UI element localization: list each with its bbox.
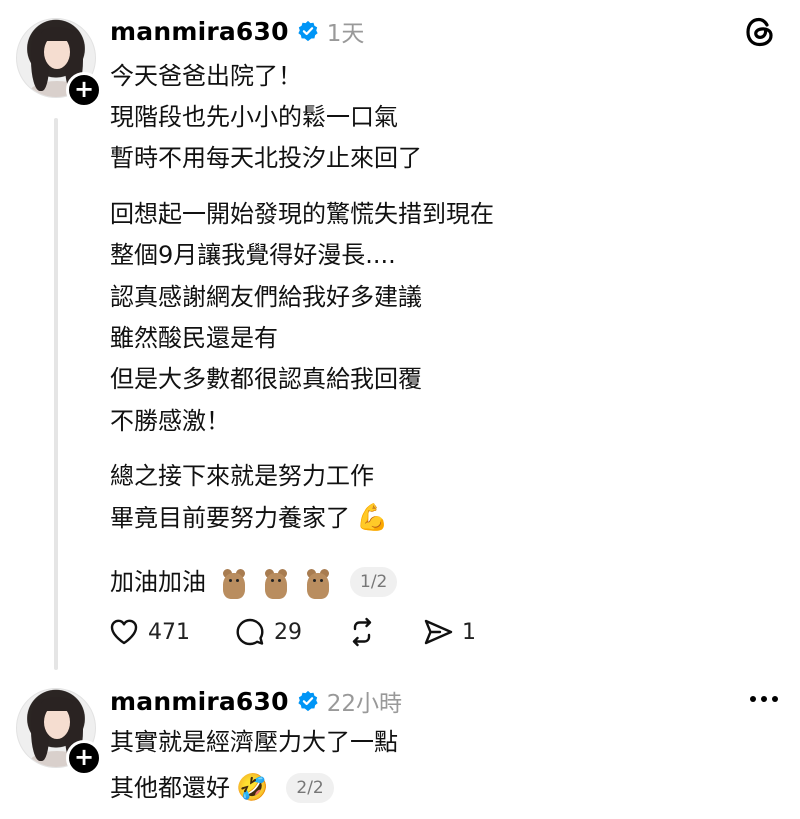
post-text: 畢竟目前要努力養家了: [110, 504, 350, 532]
post-text-line: 但是大多數都很認真給我回覆: [110, 365, 422, 393]
comment-button[interactable]: 29: [234, 616, 302, 648]
post-time: 22小時: [326, 691, 403, 717]
repost-icon: [352, 617, 372, 647]
post-actions: 471 29 1: [108, 614, 520, 650]
follow-button[interactable]: +: [66, 740, 102, 776]
post-text-line: 不勝感激！: [110, 407, 230, 435]
rolling-laughing-emoji: 🤣: [236, 773, 269, 803]
post-text-line: 總之接下來就是努力工作: [110, 462, 374, 490]
post-header: manmira630 1天: [110, 14, 364, 48]
post-text: 加油加油: [110, 568, 206, 596]
post-text-line: 雖然酸民還是有: [110, 324, 278, 352]
post-text: 其他都還好: [110, 774, 230, 802]
post-time: 1天: [326, 21, 365, 47]
share-button[interactable]: 1: [422, 616, 476, 648]
post-text-line: 回想起一開始發現的驚慌失措到現在: [110, 200, 494, 228]
like-button[interactable]: 471: [108, 616, 190, 648]
comment-icon: [236, 618, 264, 646]
quokka-emoji: [220, 565, 248, 599]
post-text-line: 暫時不用每天北投汐止來回了: [110, 144, 422, 172]
post-text-line: 今天爸爸出院了！: [110, 62, 302, 90]
quokka-emoji: [262, 565, 290, 599]
repost-button[interactable]: [346, 616, 378, 648]
thread-page-indicator: 1/2: [350, 567, 398, 597]
post-text-line: 整個9月讓我覺得好漫長....: [110, 241, 396, 269]
more-options-icon[interactable]: [750, 696, 778, 702]
like-count: 471: [148, 619, 190, 645]
flexed-biceps-emoji: 💪: [356, 503, 389, 533]
post-text-line: 其實就是經濟壓力大了一點: [110, 728, 398, 756]
share-count: 1: [462, 619, 476, 645]
verified-badge-icon: [298, 690, 318, 712]
post-text-line-with-stickers: 加油加油 1/2: [110, 565, 398, 599]
post-text-line-with-emoji: 畢竟目前要努力養家了 💪: [110, 501, 388, 535]
thread-connector-line: [54, 118, 58, 670]
post-text-line: 認真感謝網友們給我好多建議: [110, 283, 422, 311]
heart-icon: [110, 619, 138, 645]
comment-count: 29: [274, 619, 302, 645]
follow-button[interactable]: +: [66, 72, 102, 108]
threads-logo-icon[interactable]: [742, 14, 778, 50]
verified-badge-icon: [298, 20, 318, 42]
post-text-line: 現階段也先小小的鬆一口氣: [110, 103, 398, 131]
username[interactable]: manmira630: [110, 687, 289, 716]
thread-page-indicator: 2/2: [286, 773, 334, 803]
thread-post-2: + manmira630 22小時 其實就是經濟壓力大了一點 其他都還好 🤣 2…: [0, 680, 800, 819]
username[interactable]: manmira630: [110, 17, 289, 46]
share-icon: [424, 619, 453, 645]
quokka-emoji: [304, 565, 332, 599]
post-text-line-with-emoji: 其他都還好 🤣 2/2: [110, 771, 334, 805]
thread-post-1: + manmira630 1天 今天爸爸出院了！ 現階段也先小小的鬆一口氣 暫時…: [0, 0, 800, 680]
post-header: manmira630 22小時: [110, 684, 402, 718]
